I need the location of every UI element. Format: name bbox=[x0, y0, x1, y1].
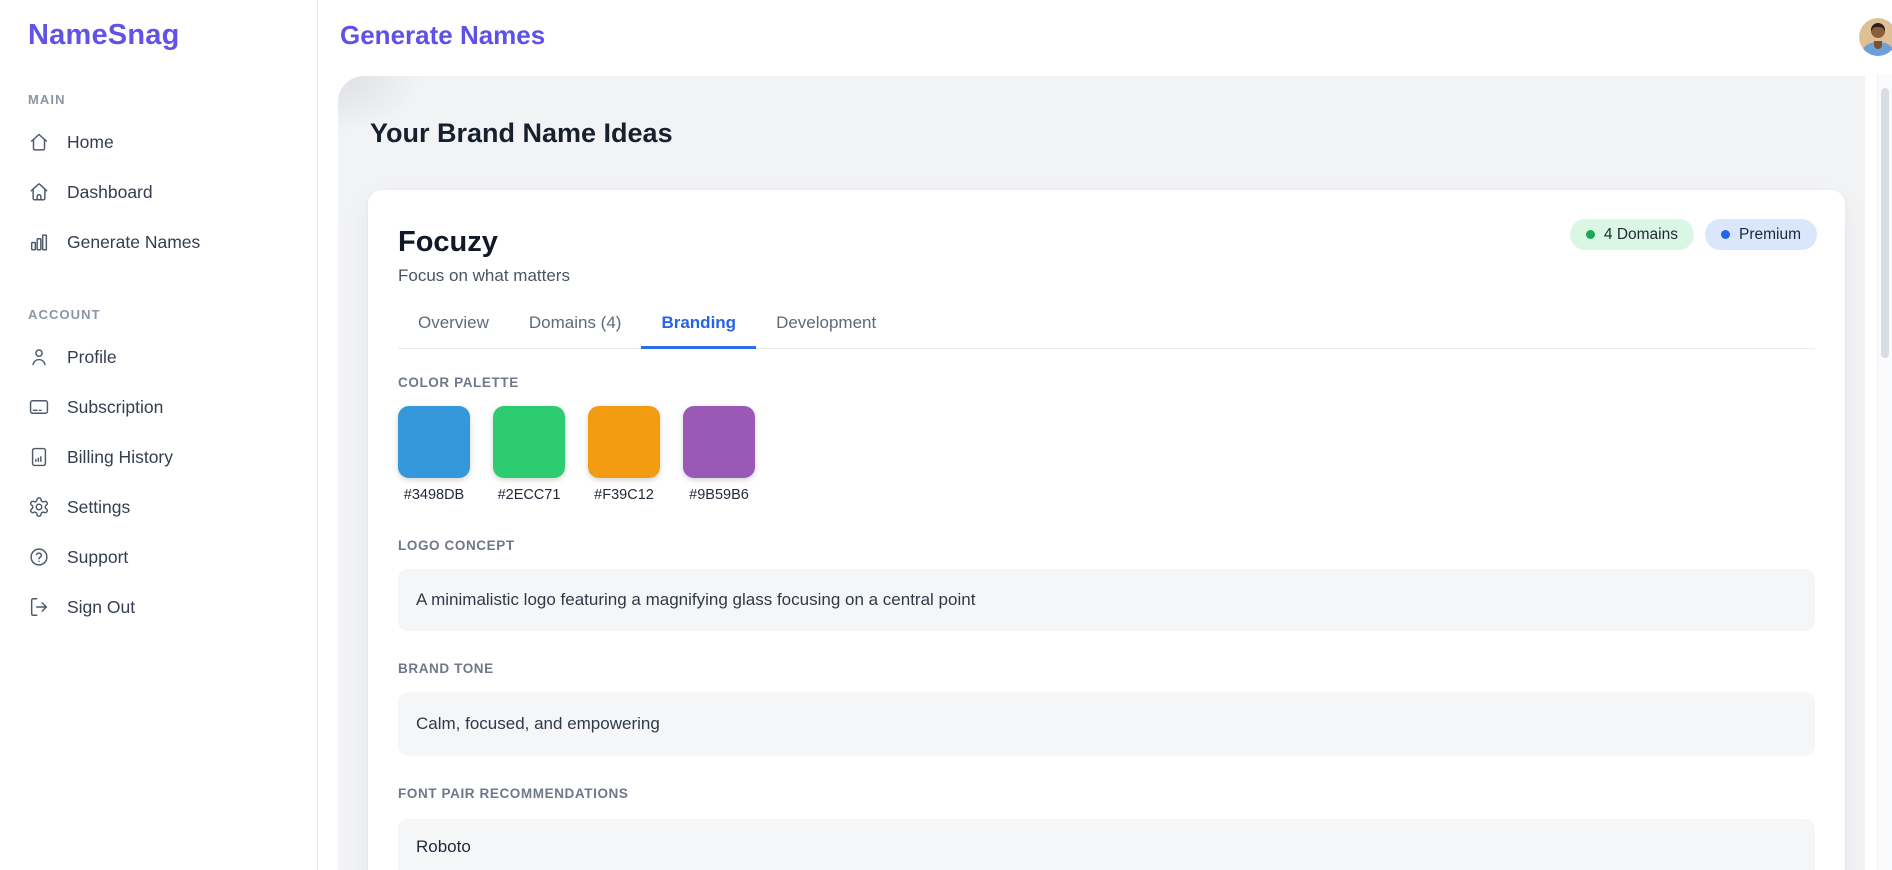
swatch-hex-label: #2ECC71 bbox=[497, 487, 561, 504]
credit-card-icon bbox=[28, 396, 50, 418]
scrollbar-track[interactable] bbox=[1877, 74, 1892, 870]
avatar-image bbox=[1859, 18, 1892, 56]
help-circle-icon bbox=[28, 546, 50, 568]
sidebar-item-label: Settings bbox=[67, 496, 131, 517]
brand-tone-text: Calm, focused, and empowering bbox=[398, 692, 1815, 757]
badge-4-domains: 4 Domains bbox=[1569, 219, 1694, 250]
sidebar-item-dashboard[interactable]: Dashboard bbox=[0, 167, 317, 217]
sidebar-item-label: Home bbox=[67, 131, 114, 152]
page-title: Your Brand Name Ideas bbox=[370, 118, 673, 148]
user-avatar[interactable] bbox=[1859, 18, 1892, 56]
sidebar-section-label-account: ACCOUNT bbox=[28, 307, 101, 322]
swatch-hex-label: #3498DB bbox=[403, 487, 465, 504]
billing-document-icon bbox=[28, 446, 50, 468]
sidebar-item-label: Dashboard bbox=[67, 181, 153, 202]
color-swatch-9b59b6 bbox=[683, 406, 755, 479]
sidebar-item-subscription[interactable]: Subscription bbox=[0, 382, 317, 432]
home-icon bbox=[28, 131, 50, 153]
color-swatch-cell: #3498DB bbox=[398, 406, 470, 503]
top-bar: Generate Names bbox=[318, 0, 1892, 74]
app-logo: NameSnag bbox=[28, 19, 180, 51]
dashboard-house-icon bbox=[28, 181, 50, 203]
badge-dot-icon bbox=[1720, 230, 1730, 239]
sidebar-nav: MAIN Home Dashboard Generate Names ACCOUNT Pr… bbox=[0, 92, 317, 632]
sidebar-item-billing-history[interactable]: Billing History bbox=[0, 432, 317, 482]
page-header-title: Generate Names bbox=[340, 20, 546, 50]
content-panel: Your Brand Name Ideas 4 Domains Premium F… bbox=[338, 76, 1865, 870]
color-swatch-2ecc71 bbox=[493, 406, 565, 479]
color-swatch-cell: #F39C12 bbox=[588, 406, 660, 503]
app-root: NameSnag MAIN Home Dashboard Generate Names… bbox=[0, 0, 1892, 870]
sidebar-item-profile[interactable]: Profile bbox=[0, 332, 317, 382]
tab-branding[interactable]: Branding bbox=[641, 301, 757, 350]
sidebar-item-label: Sign Out bbox=[67, 596, 136, 617]
scrollbar-thumb[interactable] bbox=[1881, 88, 1889, 358]
brand-tagline: Focus on what matters bbox=[398, 266, 570, 286]
sidebar-list-main: Home Dashboard Generate Names bbox=[0, 117, 317, 267]
sidebar-item-sign-out[interactable]: Sign Out bbox=[0, 582, 317, 632]
swatch-hex-label: #F39C12 bbox=[594, 487, 654, 504]
sidebar-item-label: Subscription bbox=[67, 396, 164, 417]
sidebar-item-label: Billing History bbox=[67, 446, 173, 467]
sidebar: NameSnag MAIN Home Dashboard Generate Names… bbox=[0, 0, 318, 870]
logo-concept-text: A minimalistic logo featuring a magnifyi… bbox=[398, 569, 1815, 632]
color-swatch-cell: #9B59B6 bbox=[683, 406, 755, 503]
color-swatch-cell: #2ECC71 bbox=[493, 406, 565, 503]
user-icon bbox=[28, 346, 50, 368]
color-palette-label: COLOR PALETTE bbox=[398, 375, 519, 391]
tab-overview[interactable]: Overview bbox=[398, 301, 509, 349]
font-pair-label: FONT PAIR RECOMMENDATIONS bbox=[398, 786, 629, 802]
sidebar-item-label: Profile bbox=[67, 346, 117, 367]
badge-premium: Premium bbox=[1704, 219, 1817, 250]
brand-tone-label: BRAND TONE bbox=[398, 661, 494, 677]
tab-bar: Overview Domains (4) Branding Development bbox=[398, 301, 1815, 350]
bar-chart-icon bbox=[28, 231, 50, 253]
badge-label: Premium bbox=[1738, 225, 1801, 243]
badge-dot-icon bbox=[1585, 230, 1595, 239]
color-swatch-row: #3498DB #2ECC71 #F39C12 #9B59B6 bbox=[398, 406, 1815, 503]
color-swatch-3498db bbox=[398, 406, 470, 479]
tab-domains-4[interactable]: Domains (4) bbox=[509, 301, 642, 349]
sign-out-icon bbox=[28, 596, 50, 618]
brand-idea-card: 4 Domains Premium Focuzy Focus on what ma… bbox=[368, 190, 1845, 870]
gear-icon bbox=[28, 496, 50, 518]
sidebar-section-label-main: MAIN bbox=[28, 92, 66, 107]
tab-development[interactable]: Development bbox=[756, 301, 896, 349]
sidebar-item-generate-names[interactable]: Generate Names bbox=[0, 217, 317, 267]
badge-label: 4 Domains bbox=[1603, 225, 1678, 243]
sidebar-item-label: Generate Names bbox=[67, 231, 201, 252]
sidebar-item-home[interactable]: Home bbox=[0, 117, 317, 167]
swatch-hex-label: #9B59B6 bbox=[689, 487, 749, 504]
sidebar-list-account: Profile Subscription Billing History Settin… bbox=[0, 332, 317, 632]
color-swatch-f39c12 bbox=[588, 406, 660, 479]
logo-concept-label: LOGO CONCEPT bbox=[398, 538, 515, 554]
sidebar-item-support[interactable]: Support bbox=[0, 532, 317, 582]
sidebar-item-label: Support bbox=[67, 546, 129, 567]
font-pair-text: Roboto bbox=[398, 819, 1815, 870]
sidebar-item-settings[interactable]: Settings bbox=[0, 482, 317, 532]
badge-row: 4 Domains Premium bbox=[1569, 219, 1817, 250]
